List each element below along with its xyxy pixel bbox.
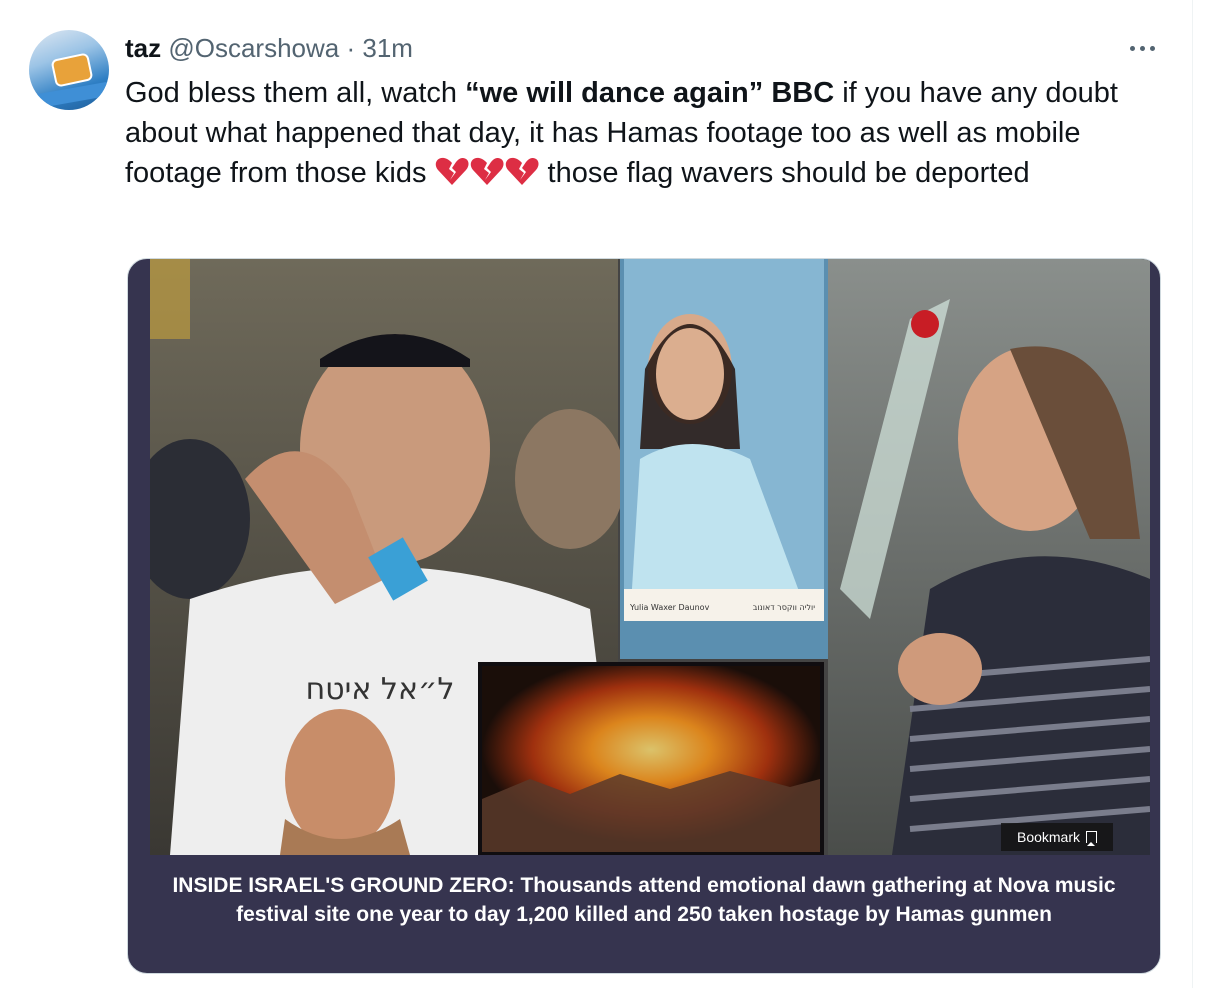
broken-heart-icon (470, 157, 504, 185)
photo-collage: ל״אל איטח Yulia Waxer Daunov יוליה ווקסר… (150, 259, 1150, 855)
tweet-header: taz @Oscarshowa · 31m (125, 32, 413, 64)
bookmark-icon (1086, 831, 1098, 846)
bookmark-button[interactable]: Bookmark (1001, 823, 1113, 851)
broken-heart-icon (435, 157, 469, 185)
handle[interactable]: @Oscarshowa (168, 33, 339, 63)
shirt-text: ל״אל איטח (306, 672, 455, 707)
portrait-name-en: Yulia Waxer Daunov (629, 603, 710, 612)
more-options-icon[interactable] (1124, 36, 1160, 60)
bookmark-label: Bookmark (1016, 829, 1081, 845)
display-name[interactable]: taz (125, 33, 161, 63)
link-card[interactable]: ל״אל איטח Yulia Waxer Daunov יוליה ווקסר… (127, 258, 1161, 974)
portrait-name-he: יוליה ווקסר דאונוב (753, 603, 815, 612)
bold-title: “we will dance again” (465, 77, 764, 109)
card-caption: INSIDE ISRAEL'S GROUND ZERO: Thousands a… (172, 874, 1116, 926)
card-image[interactable]: ל״אל איטח Yulia Waxer Daunov יוליה ווקסר… (150, 259, 1150, 855)
avatar[interactable] (29, 30, 109, 110)
timestamp[interactable]: 31m (362, 33, 413, 63)
bold-bbc: BBC (771, 77, 835, 109)
timeline-divider (1192, 0, 1193, 988)
separator: · (339, 33, 363, 63)
tweet-text: God bless them all, watch “we will dance… (125, 73, 1165, 197)
broken-heart-icon (505, 157, 539, 185)
broken-heart-icons (435, 156, 540, 197)
tweet[interactable]: taz @Oscarshowa · 31m God bless them all… (0, 0, 1192, 988)
